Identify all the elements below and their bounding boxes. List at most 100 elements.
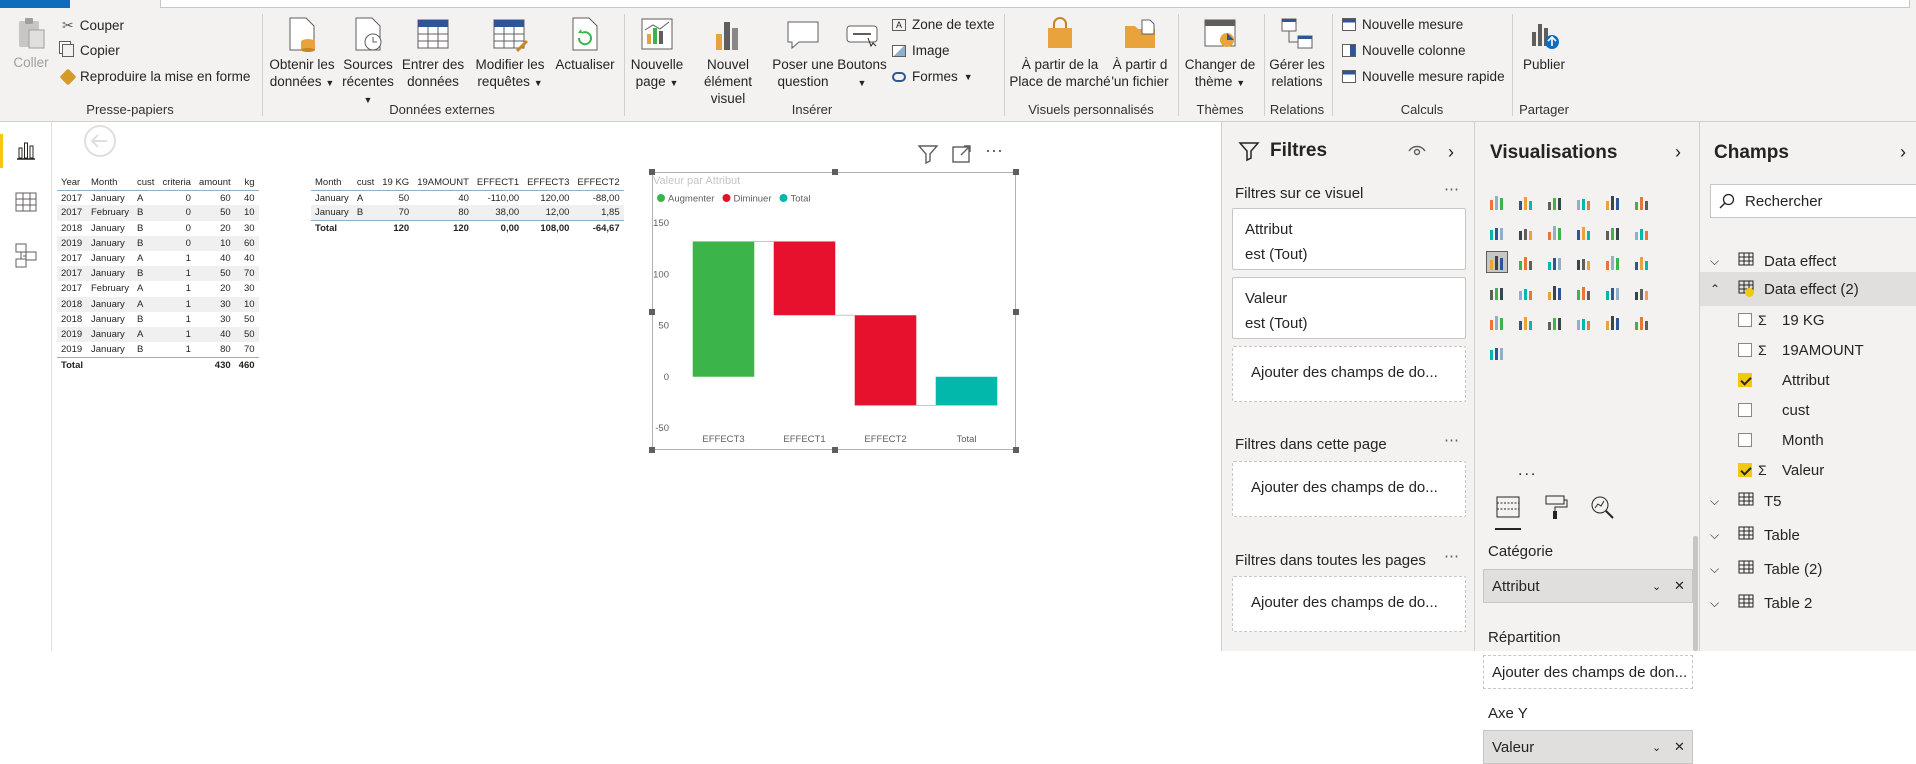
r-visual-visual-icon[interactable]	[1603, 312, 1623, 332]
shapes-button[interactable]: Formes ▼	[892, 69, 973, 84]
field-table-row[interactable]: ⌵ Table	[1700, 518, 1916, 552]
donut-visual-icon[interactable]	[1574, 252, 1594, 272]
table-column-header[interactable]: criteria	[158, 175, 195, 191]
file-tab-edge[interactable]	[0, 0, 70, 8]
resize-handle[interactable]	[1013, 447, 1019, 453]
field-table-row[interactable]: ⌵ Table (2)	[1700, 552, 1916, 586]
gauge-visual-icon[interactable]	[1545, 282, 1565, 302]
visual-filter-button[interactable]	[917, 144, 939, 169]
table-column-header[interactable]: EFFECT2	[573, 175, 624, 191]
area-visual-icon[interactable]	[1516, 222, 1536, 242]
100-bar-visual-icon[interactable]	[1603, 192, 1623, 212]
refresh-button[interactable]: Actualiser	[552, 16, 618, 73]
pie-visual-icon[interactable]	[1545, 252, 1565, 272]
fields-tab[interactable]	[1495, 494, 1521, 530]
breakdown-well-drop[interactable]: Ajouter des champs de don...	[1483, 655, 1693, 689]
report-view-button[interactable]	[14, 138, 38, 167]
field-table-row[interactable]: ⌵ T5	[1700, 484, 1916, 518]
collapse-fields-icon[interactable]: ›	[1900, 142, 1906, 163]
table-visual-2[interactable]: Month cust 19 KG 19AMOUNT EFFECT1 EFFECT3 EFFE…	[311, 175, 624, 236]
scrollbar-thumb[interactable]	[1693, 536, 1698, 651]
table-column-header[interactable]: EFFECT3	[523, 175, 574, 191]
data-view-button[interactable]	[14, 190, 38, 219]
slicer-visual-icon[interactable]	[1487, 312, 1507, 332]
filter-card-attribut[interactable]: Attribut est (Tout)	[1232, 208, 1466, 270]
resize-handle[interactable]	[649, 447, 655, 453]
table-column-header[interactable]: Month	[311, 175, 353, 191]
switch-theme-button[interactable]: Changer de thème ▼	[1180, 16, 1260, 92]
field-checkbox[interactable]	[1738, 313, 1752, 327]
key-influencers-visual-icon[interactable]	[1632, 312, 1652, 332]
table-column-header[interactable]: 19 KG	[378, 175, 414, 191]
copy-button[interactable]: Copier	[62, 43, 120, 58]
text-box-button[interactable]: A Zone de texte	[892, 17, 995, 32]
resize-handle[interactable]	[1013, 169, 1019, 175]
buttons-button[interactable]: Boutons ▼	[834, 16, 890, 92]
new-page-button[interactable]: Nouvelle page ▼	[626, 16, 688, 92]
treemap-visual-icon[interactable]	[1603, 252, 1623, 272]
edit-queries-button[interactable]: Modifier les requêtes ▼	[470, 16, 550, 92]
more-options-icon[interactable]: ⋯	[1444, 180, 1459, 198]
field-table-row[interactable]: ⌃ Data effect (2)	[1700, 272, 1916, 306]
table-column-header[interactable]: 19AMOUNT	[413, 175, 473, 191]
waterfall-visual-icon[interactable]	[1486, 251, 1508, 273]
chevron-down-icon[interactable]: ⌄	[1652, 580, 1661, 593]
ask-question-button[interactable]: Poser une question	[770, 16, 836, 90]
chevron-down-icon[interactable]: ⌄	[1652, 741, 1661, 754]
add-fields-drop-visual[interactable]: Ajouter des champs de do...	[1232, 346, 1466, 402]
eye-icon[interactable]	[1408, 144, 1426, 163]
more-options-icon[interactable]: ⋯	[1444, 547, 1459, 565]
scatter-visual-icon[interactable]	[1516, 252, 1536, 272]
table-column-header[interactable]: cust	[133, 175, 159, 191]
field-checkbox[interactable]	[1738, 343, 1752, 357]
clustered-bar-visual-icon[interactable]	[1545, 192, 1565, 212]
arcgis-visual-icon[interactable]	[1487, 342, 1507, 362]
funnel-visual-icon[interactable]	[1516, 282, 1536, 302]
field-item[interactable]: Month	[1700, 423, 1916, 457]
kpi-visual-icon[interactable]	[1632, 282, 1652, 302]
field-checkbox[interactable]	[1738, 433, 1752, 447]
more-options-icon[interactable]: ⋯	[985, 142, 1004, 160]
table-column-header[interactable]: Year	[57, 175, 87, 191]
collapse-filters-icon[interactable]: ›	[1448, 142, 1454, 163]
add-fields-drop-page[interactable]: Ajouter des champs de do...	[1232, 461, 1466, 517]
matrix-visual-icon[interactable]	[1574, 312, 1594, 332]
table-visual-icon[interactable]	[1545, 312, 1565, 332]
cut-button[interactable]: ✂ Couper	[62, 17, 124, 34]
chevron-down-icon[interactable]: ⌵	[1710, 528, 1728, 543]
manage-relations-button[interactable]: Gérer les relations	[1266, 16, 1328, 90]
100-column-visual-icon[interactable]	[1632, 192, 1652, 212]
clustered-column-visual-icon[interactable]	[1574, 192, 1594, 212]
table-column-header[interactable]: Month	[87, 175, 134, 191]
report-canvas[interactable]: Year Month cust criteria amount kg 2017 January…	[53, 122, 1221, 651]
title-search-box[interactable]	[160, 0, 1910, 8]
enter-data-button[interactable]: Entrer des données	[398, 16, 468, 90]
resize-handle[interactable]	[1013, 309, 1019, 315]
stacked-area-visual-icon[interactable]	[1545, 222, 1565, 242]
collapse-visualizations-icon[interactable]: ›	[1675, 142, 1681, 163]
stacked-bar-visual-icon[interactable]	[1487, 192, 1507, 212]
quick-measure-button[interactable]: Nouvelle mesure rapide	[1342, 69, 1505, 84]
new-visual-button[interactable]: Nouvel élément visuel	[686, 16, 770, 107]
field-item[interactable]: Attribut	[1700, 363, 1916, 397]
close-icon[interactable]: ✕	[1674, 578, 1685, 594]
table-visual-1[interactable]: Year Month cust criteria amount kg 2017 January…	[57, 175, 259, 373]
resize-handle[interactable]	[832, 447, 838, 453]
field-checkbox[interactable]	[1738, 403, 1752, 417]
get-data-button[interactable]: Obtenir les données ▼	[266, 16, 338, 92]
more-options-icon[interactable]: ⋯	[1444, 431, 1459, 449]
chevron-down-icon[interactable]: ⌵	[1710, 562, 1728, 577]
field-checkbox[interactable]	[1738, 463, 1752, 477]
new-measure-button[interactable]: Nouvelle mesure	[1342, 17, 1463, 32]
resize-handle[interactable]	[832, 169, 838, 175]
chevron-down-icon[interactable]: ⌵	[1710, 494, 1728, 509]
resize-handle[interactable]	[649, 169, 655, 175]
resize-handle[interactable]	[649, 309, 655, 315]
model-view-button[interactable]	[14, 242, 38, 273]
filled-map-visual-icon[interactable]	[1487, 282, 1507, 302]
stacked-column-visual-icon[interactable]	[1516, 192, 1536, 212]
back-button[interactable]	[83, 124, 117, 163]
field-item[interactable]: cust	[1700, 393, 1916, 427]
ribbon-visual-icon[interactable]	[1632, 222, 1652, 242]
line-column-visual-icon[interactable]	[1574, 222, 1594, 242]
